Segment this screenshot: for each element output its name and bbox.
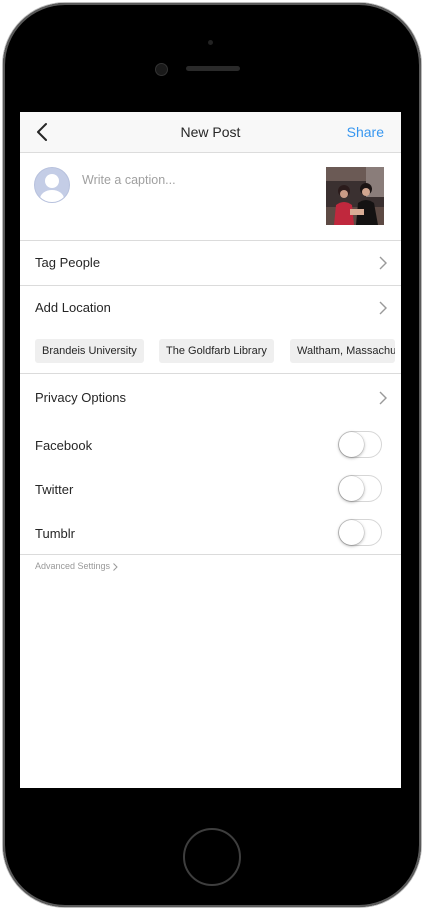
caption-section [20, 153, 401, 241]
privacy-options-label: Privacy Options [35, 390, 127, 405]
facebook-toggle[interactable] [338, 431, 382, 458]
caption-input[interactable] [82, 173, 312, 187]
location-chip[interactable]: Waltham, Massachusetts [290, 339, 395, 363]
location-suggestions: Brandeis University The Goldfarb Library… [20, 332, 401, 372]
screen: New Post Share Write a caption... Tag Pe… [20, 112, 401, 788]
avatar [34, 167, 70, 203]
chevron-right-icon [379, 301, 387, 315]
page-title: New Post [180, 124, 241, 140]
privacy-options-row[interactable]: Privacy Options [20, 376, 401, 420]
tumblr-label: Tumblr [35, 526, 75, 541]
chevron-right-icon [113, 562, 118, 571]
proximity-sensor [208, 40, 213, 45]
facebook-label: Facebook [35, 438, 93, 453]
avatar-placeholder-icon [40, 174, 64, 202]
divider [20, 554, 401, 555]
toggle-knob [339, 476, 364, 501]
toggle-knob [339, 432, 364, 457]
home-button[interactable] [183, 828, 241, 886]
chevron-right-icon [379, 256, 387, 270]
add-location-label: Add Location [35, 300, 111, 315]
toggle-knob [339, 520, 364, 545]
earpiece-speaker [186, 66, 240, 71]
add-location-row[interactable]: Add Location [20, 286, 401, 330]
front-camera [155, 63, 168, 76]
location-chip[interactable]: The Goldfarb Library [159, 339, 274, 363]
tag-people-row[interactable]: Tag People [20, 241, 401, 285]
twitter-toggle[interactable] [338, 475, 382, 502]
advanced-settings-label: Advanced Settings [35, 561, 111, 571]
facebook-row: Facebook [20, 425, 401, 469]
nav-bar: New Post Share [20, 112, 401, 153]
post-thumbnail [326, 167, 384, 225]
advanced-settings-link[interactable]: Advanced Settings [35, 561, 118, 571]
tumblr-row: Tumblr [20, 513, 401, 557]
location-chip[interactable]: Brandeis University [35, 339, 144, 363]
chevron-right-icon [379, 391, 387, 405]
twitter-row: Twitter [20, 469, 401, 513]
tumblr-toggle[interactable] [338, 519, 382, 546]
share-button[interactable]: Share [347, 124, 384, 140]
twitter-label: Twitter [35, 482, 74, 497]
divider [20, 373, 401, 374]
tag-people-label: Tag People [35, 255, 101, 270]
